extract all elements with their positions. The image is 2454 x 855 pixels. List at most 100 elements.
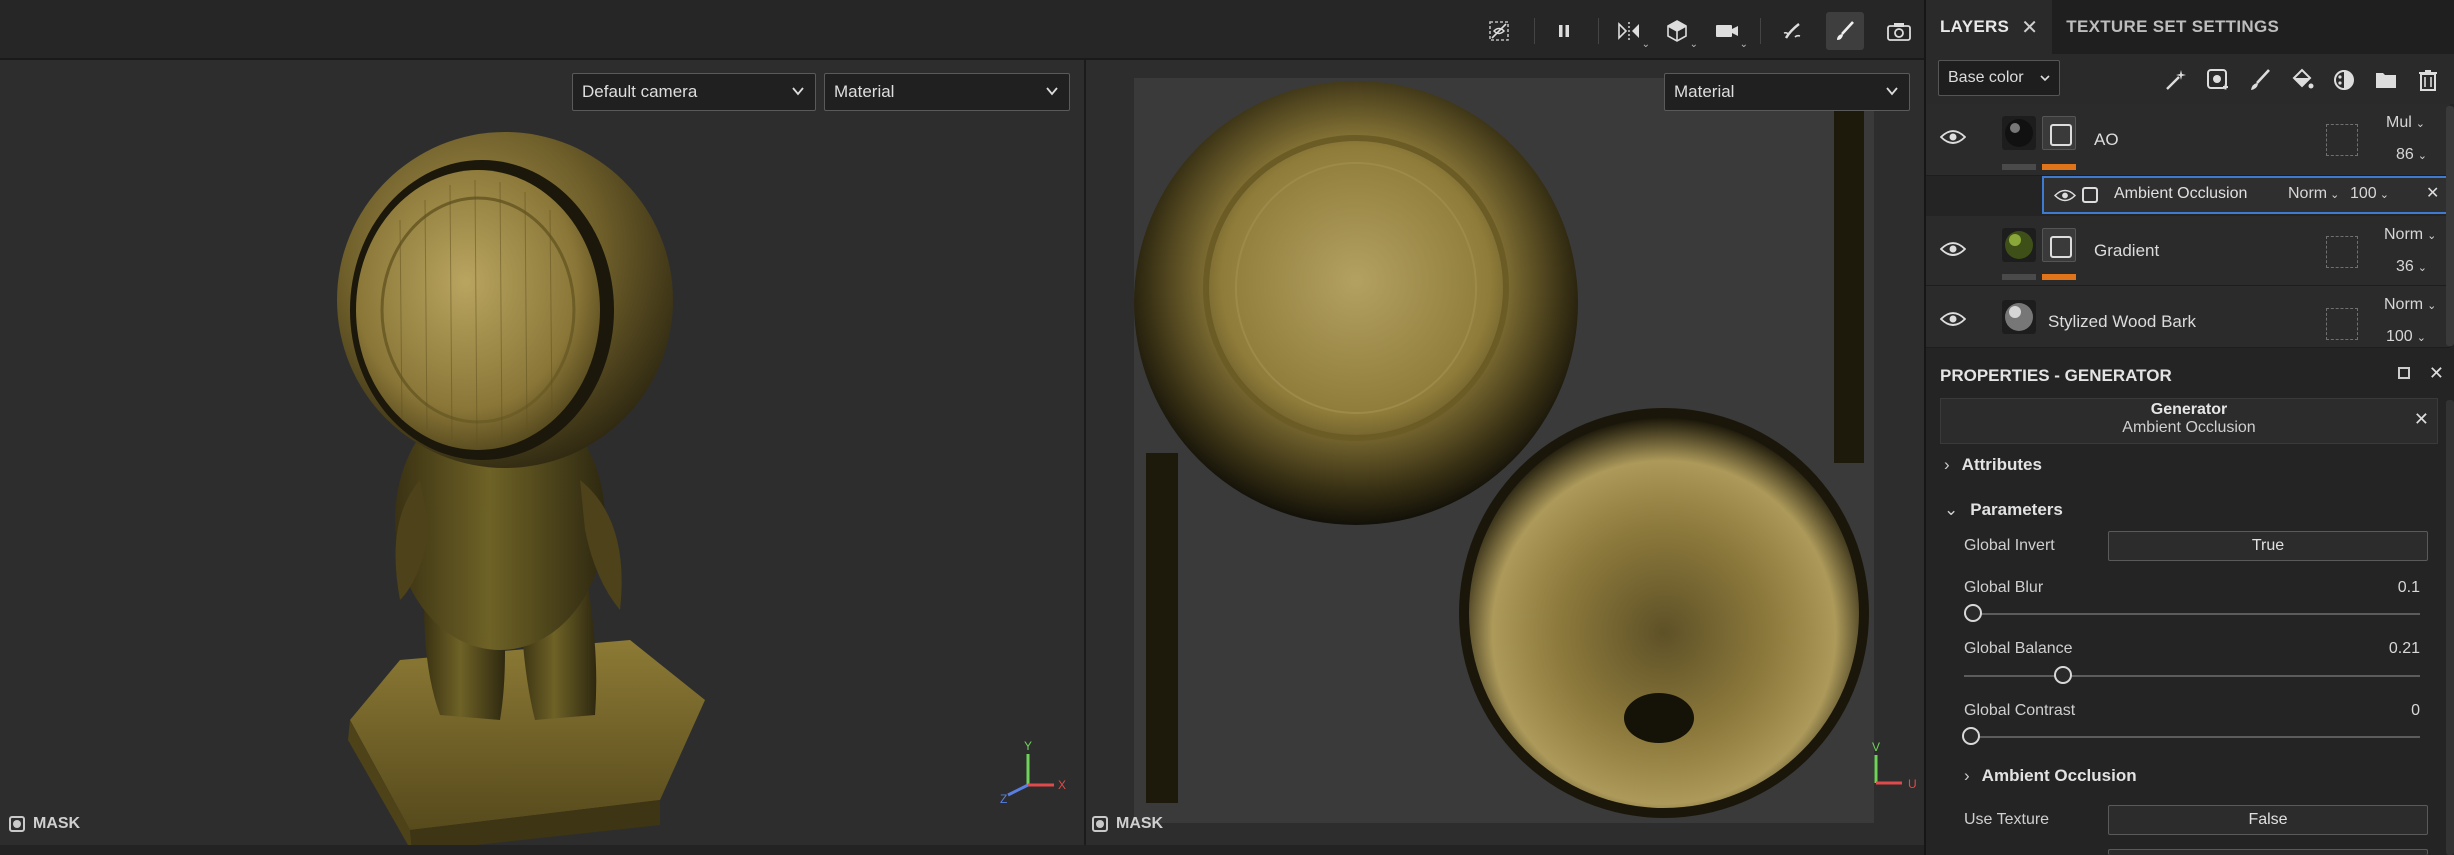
layer-toolbar: Base color <box>1926 54 2454 104</box>
layer-mask-thumbnail[interactable] <box>2042 228 2076 262</box>
eye-icon[interactable] <box>1940 240 1966 258</box>
layers-scrollbar[interactable] <box>2446 106 2454 346</box>
tab-texture-set-settings-label: TEXTURE SET SETTINGS <box>2066 17 2280 36</box>
chevron-down-icon <box>2040 75 2050 82</box>
effect-opacity-select[interactable]: 100 ⌄ <box>2350 185 2389 203</box>
paint-brush-icon[interactable] <box>1826 12 1864 50</box>
properties-scrollbar[interactable] <box>2446 400 2454 855</box>
layer-geometry-mask-slot[interactable] <box>2326 236 2358 268</box>
global-contrast-slider-handle[interactable] <box>1962 727 1980 745</box>
undock-icon[interactable] <box>2398 367 2410 379</box>
opacity-label: 86 <box>2396 146 2414 163</box>
add-paint-layer-icon[interactable] <box>2246 66 2274 94</box>
layer-gradient[interactable]: Gradient Norm ⌄ 36 ⌄ <box>1926 216 2450 286</box>
opacity-label: 36 <box>2396 258 2414 275</box>
mask-indicator-3d[interactable]: MASK <box>9 815 80 833</box>
global-invert-toggle[interactable]: True <box>2108 531 2428 561</box>
layer-ao[interactable]: AO Mul ⌄ 86 ⌄ <box>1926 104 2450 176</box>
mask-label: MASK <box>33 815 81 832</box>
material-dropdown-3d[interactable]: Material <box>824 73 1070 111</box>
layer-geometry-mask-slot[interactable] <box>2326 124 2358 156</box>
add-mask-icon[interactable] <box>2204 66 2232 94</box>
section-parameters[interactable]: ⌄ Parameters <box>1944 500 2063 520</box>
layer-name: AO <box>2094 130 2119 149</box>
layer-effect-ambient-occlusion[interactable]: Ambient Occlusion Norm ⌄ 100 ⌄ ✕ <box>2042 176 2450 214</box>
chevron-right-icon: › <box>1964 766 1970 785</box>
global-balance-slider[interactable] <box>1964 675 2420 677</box>
layer-mask-thumbnail[interactable] <box>2042 116 2076 150</box>
section-ambient-occlusion-label: Ambient Occlusion <box>1981 766 2137 785</box>
eye-icon[interactable] <box>2054 188 2076 203</box>
material-dropdown-2d[interactable]: Material <box>1664 73 1910 111</box>
add-fill-layer-icon[interactable] <box>2288 66 2316 94</box>
mask-indicator-2d[interactable]: MASK <box>1092 815 1163 833</box>
tab-texture-set-settings[interactable]: TEXTURE SET SETTINGS <box>2052 0 2293 54</box>
blend-mode-label: Norm <box>2384 296 2424 313</box>
screenshot-camera-icon[interactable] <box>1880 12 1918 50</box>
channel-select[interactable]: Base color <box>1938 60 2060 96</box>
symmetry-icon[interactable]: ⌄ <box>1610 12 1650 50</box>
effect-name: Ambient Occlusion <box>2114 185 2248 202</box>
layer-name: Gradient <box>2094 241 2160 260</box>
close-icon[interactable]: ✕ <box>2021 15 2038 40</box>
use-texture-toggle[interactable]: False <box>2108 805 2428 835</box>
display-mode-cube-icon[interactable]: ⌄ <box>1658 12 1698 50</box>
viewport-2d[interactable]: Material V U MASK <box>1086 60 1924 845</box>
add-effect-icon[interactable] <box>2162 66 2190 94</box>
global-contrast-label: Global Contrast <box>1964 702 2076 719</box>
layer-stylized-wood-bark[interactable]: Stylized Wood Bark Norm ⌄ 100 ⌄ <box>1926 286 2450 348</box>
layer-thumbnail <box>2002 228 2036 262</box>
generator-selector[interactable]: Generator Ambient Occlusion ✕ <box>1940 398 2438 444</box>
global-contrast-value[interactable]: 0 <box>2411 702 2420 720</box>
global-invert-value: True <box>2251 537 2285 554</box>
chevron-down-icon: ⌄ <box>1944 500 1959 519</box>
hide-overlay-icon[interactable] <box>1480 12 1518 50</box>
effect-blend-select[interactable]: Norm ⌄ <box>2288 185 2339 203</box>
layer-thumbnail <box>2002 116 2036 150</box>
section-parameters-label: Parameters <box>1970 500 2063 519</box>
tab-layers[interactable]: LAYERS ✕ <box>1926 0 2053 54</box>
chevron-right-icon: › <box>1944 455 1950 474</box>
opacity-select[interactable]: 36 ⌄ <box>2396 258 2427 276</box>
mask-icon <box>1092 816 1108 832</box>
eye-icon[interactable] <box>1940 128 1966 146</box>
eye-icon[interactable] <box>1940 310 1966 328</box>
chevron-down-icon <box>792 87 804 96</box>
global-balance-value[interactable]: 0.21 <box>2389 640 2420 658</box>
delete-icon[interactable] <box>2414 66 2442 94</box>
section-attributes[interactable]: › Attributes <box>1944 455 2042 475</box>
camera-icon[interactable]: ⌄ <box>1708 12 1748 50</box>
layer-channel-bar <box>2002 274 2036 280</box>
close-icon[interactable]: ✕ <box>2426 183 2439 203</box>
viewport-toolbar: ⌄ ⌄ ⌄ <box>0 0 1924 60</box>
global-balance-slider-handle[interactable] <box>2054 666 2072 684</box>
blend-mode-select[interactable]: Norm ⌄ <box>2384 226 2436 244</box>
layer-geometry-mask-slot[interactable] <box>2326 308 2358 340</box>
close-icon[interactable]: ✕ <box>2429 363 2444 384</box>
pause-icon[interactable] <box>1545 12 1583 50</box>
add-layer-instance-icon[interactable] <box>2330 66 2358 94</box>
axis-y-label: Y <box>1024 740 1032 753</box>
viewport-3d[interactable]: Default camera Material Y X Z MASK <box>0 60 1084 845</box>
global-blur-slider[interactable] <box>1964 613 2420 615</box>
layer-name: Stylized Wood Bark <box>2048 312 2197 331</box>
add-folder-icon[interactable] <box>2372 66 2400 94</box>
opacity-select[interactable]: 86 ⌄ <box>2396 146 2427 164</box>
layer-thumbnail <box>2002 300 2036 334</box>
global-blur-value[interactable]: 0.1 <box>2398 579 2420 597</box>
axis-gizmo: Y X Z <box>1000 740 1066 806</box>
axis-z-label: Z <box>1000 792 1007 806</box>
section-ambient-occlusion[interactable]: › Ambient Occlusion <box>1964 766 2137 786</box>
paint-brush-pose-icon[interactable] <box>1774 12 1812 50</box>
global-contrast-slider[interactable] <box>1964 736 2420 738</box>
next-param-field[interactable] <box>2108 849 2428 855</box>
global-blur-slider-handle[interactable] <box>1964 604 1982 622</box>
viewport-status-strip <box>0 845 1924 855</box>
close-icon[interactable]: ✕ <box>2414 409 2429 430</box>
blend-mode-select[interactable]: Norm ⌄ <box>2384 296 2436 314</box>
uv-texture-preview <box>1134 81 1869 818</box>
opacity-select[interactable]: 100 ⌄ <box>2386 328 2426 346</box>
axis-x-label: X <box>1058 778 1066 792</box>
tab-layers-label: LAYERS <box>1940 17 2010 36</box>
blend-mode-select[interactable]: Mul ⌄ <box>2386 114 2425 132</box>
